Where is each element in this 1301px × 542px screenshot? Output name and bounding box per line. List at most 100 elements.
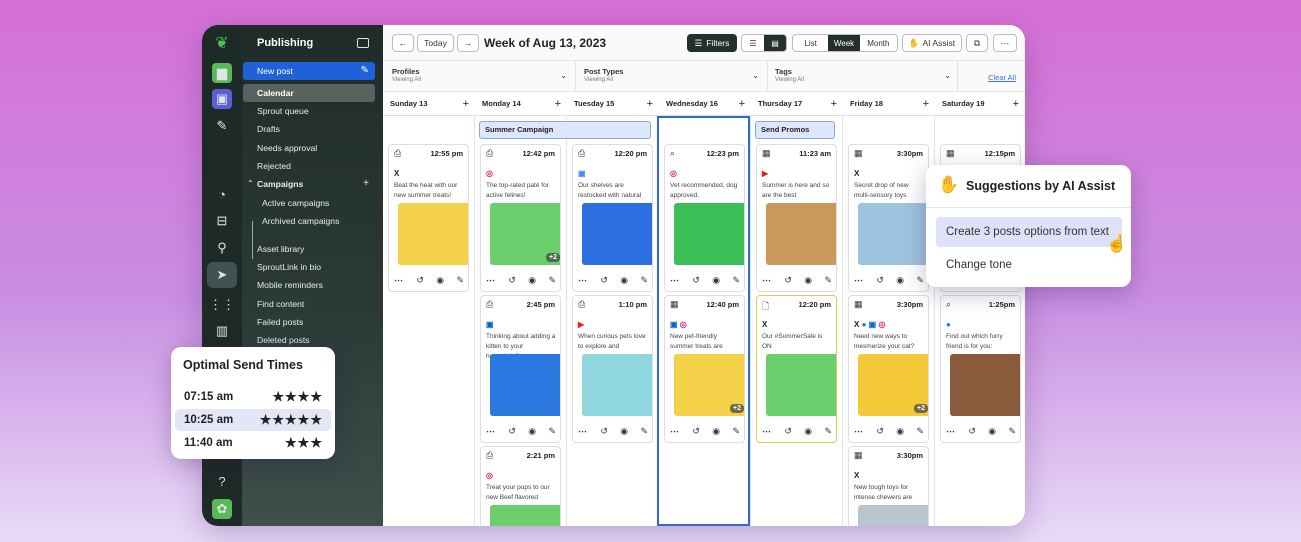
instagram-icon: ◎ xyxy=(486,169,493,178)
today-button[interactable]: Today xyxy=(417,34,454,52)
compose-icon[interactable]: ✎ xyxy=(212,116,232,136)
more-icon: ⋯ xyxy=(854,426,864,436)
chevron-down-icon: ⌄ xyxy=(560,71,567,80)
post-actions: ⋯ ↺ ◉ ✎ xyxy=(394,275,464,286)
sidebar-item-sproutlink[interactable]: SproutLink in bio xyxy=(243,258,375,276)
sidebar-item-archived-campaigns[interactable]: Archived campaigns xyxy=(243,212,375,230)
pin-icon[interactable]: ⚲ xyxy=(212,238,232,258)
sidebar-item-active-campaigns[interactable]: Active campaigns xyxy=(243,194,375,212)
post-card[interactable]: ▦ 11:23 am ▶ Summer is here and so are th… xyxy=(756,144,837,292)
folder-icon[interactable]: ▆ xyxy=(212,63,232,83)
youtube-icon: ▶ xyxy=(762,169,769,178)
edit-icon: ✎ xyxy=(640,275,648,285)
post-actions: ⋯ ↺ ◉ ✎ xyxy=(486,426,556,437)
post-card[interactable]: ▦ 3:30pm X Secret drop of new multi-senso… xyxy=(848,144,929,292)
edit-icon: ✎ xyxy=(732,275,740,285)
week-title: Week of Aug 13, 2023 xyxy=(484,36,607,50)
avatar[interactable]: ✿ xyxy=(212,499,232,519)
linkedin-icon: ▣ xyxy=(486,320,494,329)
view-switcher[interactable]: List Week Month xyxy=(792,34,898,52)
calendar-icon: ▦ xyxy=(762,148,771,158)
filters-button[interactable]: ☰ Filters xyxy=(687,34,737,52)
messages-icon[interactable]: ▣ xyxy=(212,89,232,109)
new-post-button[interactable]: New post ✎ xyxy=(243,62,375,80)
more-options-button[interactable]: ⋯ xyxy=(993,34,1017,52)
scheduled-icon: ⎙ xyxy=(394,148,402,158)
post-actions: ⋯ ↺ ◉ ✎ xyxy=(578,275,648,286)
history-icon: ↺ xyxy=(508,275,516,285)
ai-suggestions-popover: ✋ Suggestions by AI Assist Create 3 post… xyxy=(926,165,1131,287)
sidebar-item-calendar[interactable]: Calendar xyxy=(243,84,375,102)
sidebar-toggle-icon[interactable] xyxy=(357,38,369,48)
post-card[interactable]: ⎙ 1:10 pm ▶ When curious pets love to exp… xyxy=(572,295,653,443)
day-header: Tuesday 15 + xyxy=(567,92,659,116)
send-time-row[interactable]: 07:15 am ★★★★ xyxy=(175,386,331,408)
post-card-selected[interactable]: 🗋 12:20 pm X Our #SummerSale is ON ⋯ ↺ ◉ ✎ xyxy=(756,295,837,443)
sidebar-item-sprout-queue[interactable]: Sprout queue xyxy=(243,102,375,120)
inbox-icon[interactable]: ⊟ xyxy=(212,211,232,231)
send-time-row-highlighted[interactable]: 10:25 am ★★★★★ xyxy=(175,409,331,431)
post-card[interactable]: ▦ 12:40 pm ▣ ◎ New pet-friendly summer tr… xyxy=(664,295,745,443)
more-icon: ⋯ xyxy=(578,426,588,436)
post-card[interactable]: ⌕ 1:25pm ● Find out which furry friend is… xyxy=(940,295,1021,443)
sidebar-item-needs-approval[interactable]: Needs approval xyxy=(243,139,375,157)
profiles-filter[interactable]: Profiles Viewing All ⌄ xyxy=(392,67,567,83)
sidebar-item-drafts[interactable]: Drafts xyxy=(243,120,375,138)
day-header: Wednesday 16 + xyxy=(659,92,751,116)
listening-icon[interactable]: ⋮⋮ xyxy=(209,295,235,315)
sidebar-item-mobile-reminders[interactable]: Mobile reminders xyxy=(243,276,375,294)
post-actions: ⋯ ↺ ◉ ✎ xyxy=(578,426,648,437)
day-header: Monday 14 + xyxy=(475,92,567,116)
scheduled-icon: ⎙ xyxy=(578,299,586,309)
ai-assist-button[interactable]: ✋ AI Assist xyxy=(902,34,962,52)
view-month: Month xyxy=(867,38,890,48)
post-types-filter[interactable]: Post Types Viewing All ⌄ xyxy=(584,67,759,83)
publishing-icon[interactable]: ➤ xyxy=(207,262,237,288)
sidebar-item-campaigns[interactable]: ⌃ Campaigns + xyxy=(243,175,375,193)
post-image xyxy=(766,354,836,416)
history-icon: ↺ xyxy=(784,426,792,436)
history-icon: ↺ xyxy=(968,426,976,436)
history-icon: ↺ xyxy=(416,275,424,285)
next-week-button[interactable]: → xyxy=(457,34,479,52)
add-post-icon: + xyxy=(1012,98,1019,110)
scheduled-icon: ⎙ xyxy=(578,148,586,158)
dashboard-icon[interactable]: ◔ xyxy=(212,184,232,204)
post-card[interactable]: ⎙ 12:20 pm ▣ Our shelves are restocked wi… xyxy=(572,144,653,292)
sidebar-item-asset-library[interactable]: Asset library xyxy=(243,240,375,258)
reports-icon[interactable]: ▥ xyxy=(212,321,232,341)
summer-campaign-band[interactable]: Summer Campaign xyxy=(479,121,651,139)
external-link-button[interactable]: ⧉ xyxy=(966,34,988,52)
density-toggle[interactable]: ☰ ▤ xyxy=(741,34,787,52)
send-promos-band[interactable]: Send Promos xyxy=(755,121,835,139)
post-card[interactable]: ⎙ 2:45 pm ▣ Thinking about adding a kitte… xyxy=(480,295,561,443)
post-actions: ⋯ ↺ ◉ ✎ xyxy=(946,426,1016,437)
prev-week-button[interactable]: ← xyxy=(392,34,414,52)
nav-title: Publishing xyxy=(257,37,314,49)
facebook-icon: ● xyxy=(946,320,951,329)
clear-all-link[interactable]: Clear All xyxy=(988,73,1016,82)
ai-hand-icon: ✋ xyxy=(908,37,920,48)
tags-filter[interactable]: Tags Viewing All ⌄ xyxy=(775,67,951,83)
send-time-row[interactable]: 11:40 am ★★★ xyxy=(175,432,331,454)
post-card[interactable]: ⌕ 12:23 pm ◎ Vet recommended, dog approve… xyxy=(664,144,745,292)
post-image xyxy=(582,354,652,416)
change-tone-option[interactable]: Change tone xyxy=(936,250,1122,280)
post-card[interactable]: ▦ 3:30pm X ● ▣ ◎ Need new ways to mesmeri… xyxy=(848,295,929,443)
add-campaign-icon: + xyxy=(363,178,369,189)
sidebar-item-find-content[interactable]: Find content xyxy=(243,295,375,313)
post-card[interactable]: ⎙ 2:21 pm ◎ Treat your pups to our new Be… xyxy=(480,446,561,526)
youtube-icon: ▶ xyxy=(578,320,585,329)
post-card[interactable]: ▦ 3:30pm X New tough toys for intense che… xyxy=(848,446,929,526)
ai-hand-icon: ✋ xyxy=(938,175,960,194)
create-posts-option[interactable]: Create 3 posts options from text xyxy=(936,217,1122,247)
post-card[interactable]: ⎙ 12:55 pm X Beat the heat with our new s… xyxy=(388,144,469,292)
edit-icon: ✎ xyxy=(548,426,556,436)
help-icon[interactable]: ? xyxy=(212,471,232,491)
sidebar-item-rejected[interactable]: Rejected xyxy=(243,157,375,175)
post-card[interactable]: ⎙ 12:42 pm ◎ The top-rated paté for activ… xyxy=(480,144,561,292)
sprout-logo-icon: ❦ xyxy=(215,35,229,52)
add-post-icon: + xyxy=(922,98,929,110)
post-image: +2 xyxy=(858,354,928,416)
sidebar-item-failed-posts[interactable]: Failed posts xyxy=(243,313,375,331)
